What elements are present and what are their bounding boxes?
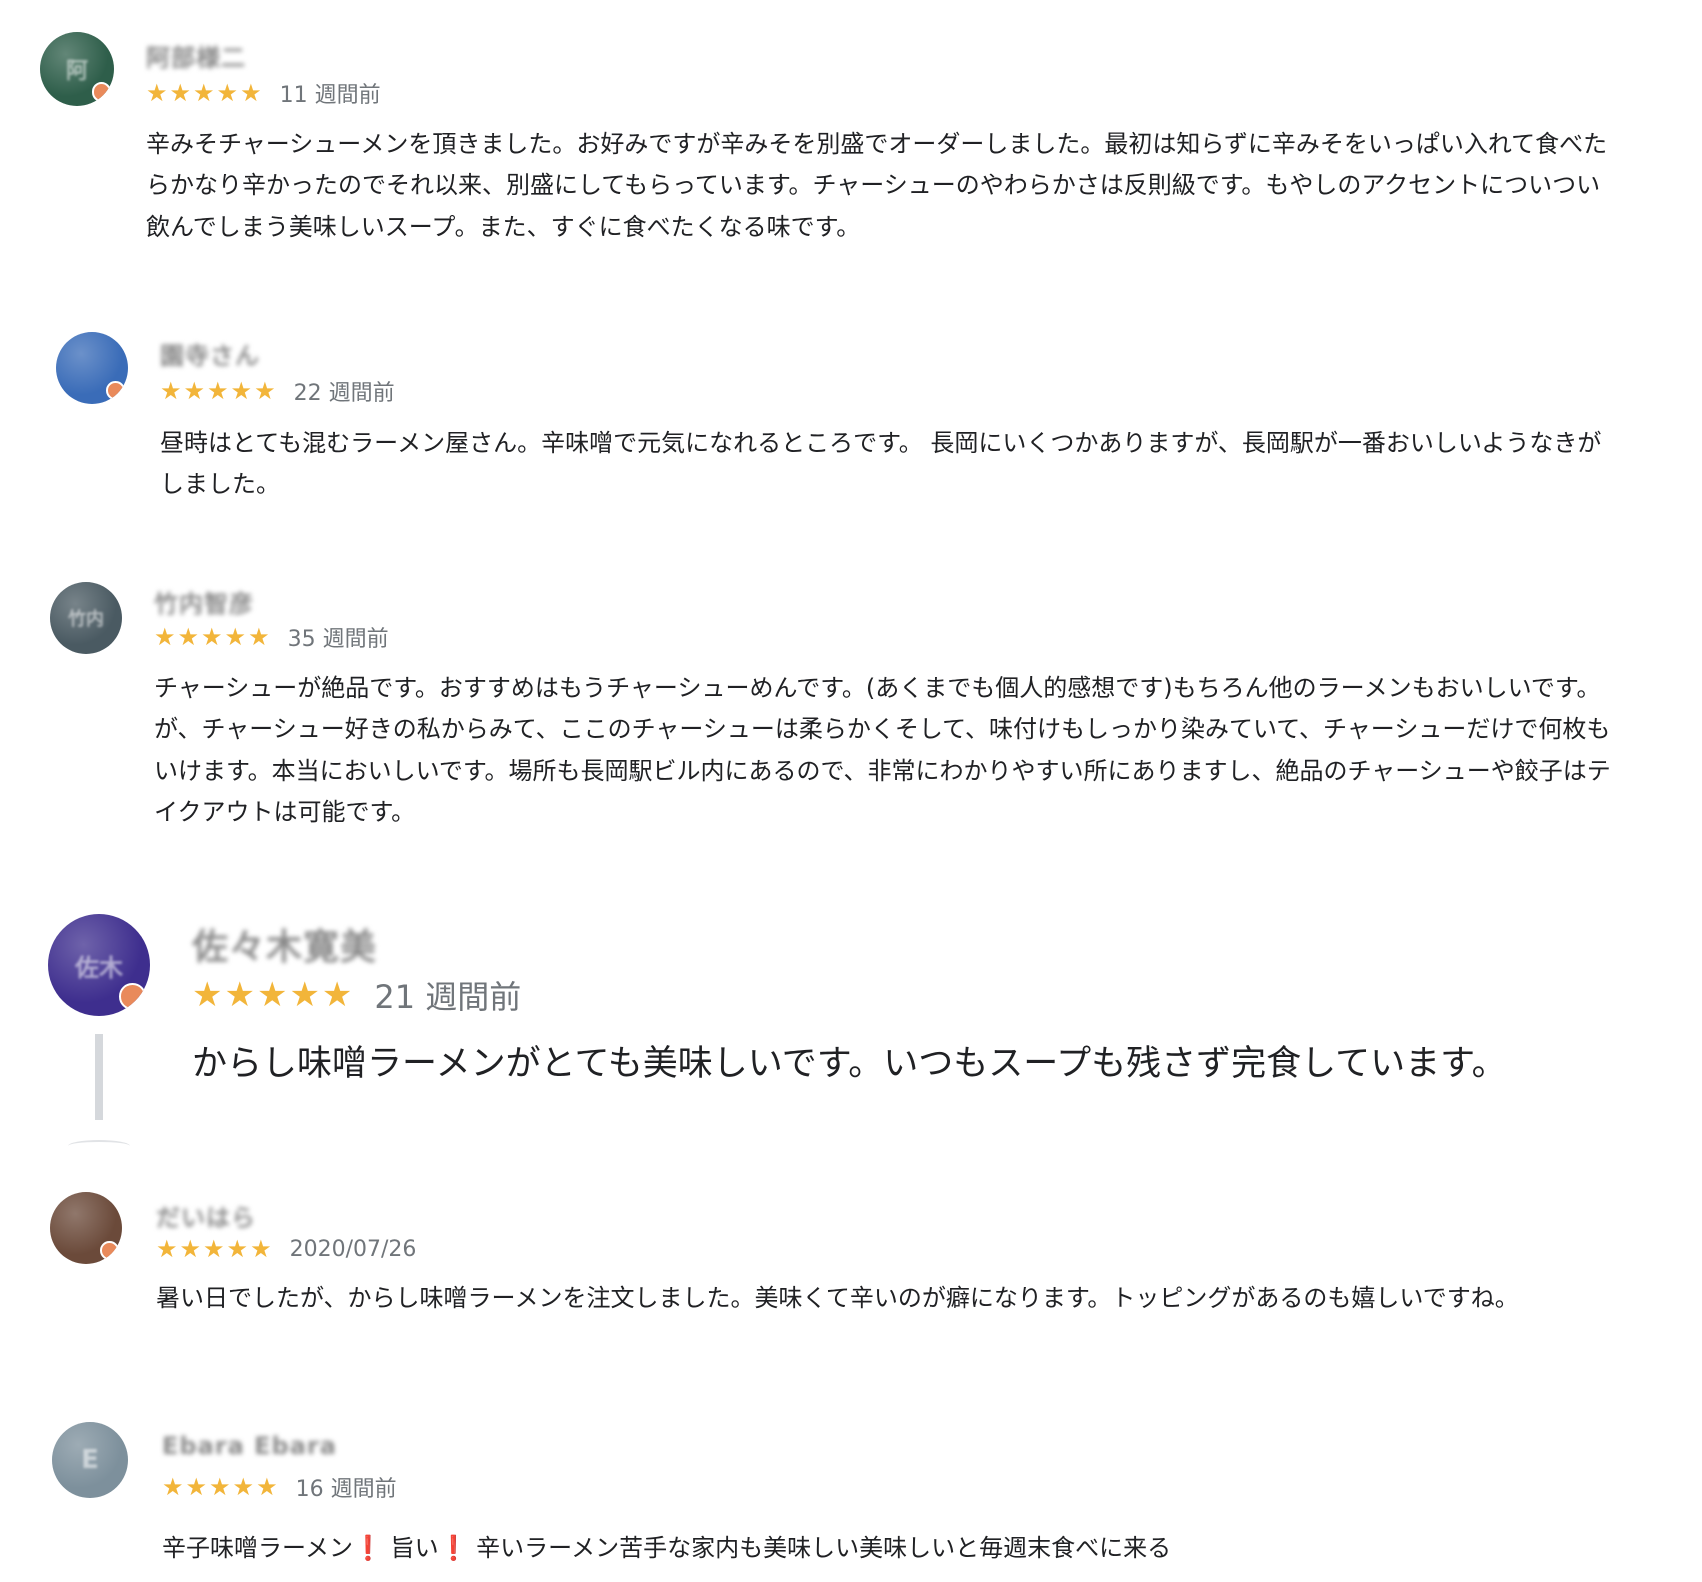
avatar[interactable]: 阿 (40, 32, 114, 106)
reviewer-name[interactable]: だいはら (156, 1198, 256, 1233)
review-text: 昼時はとても混むラーメン屋さん。辛味噌で元気になれるところです。 長岡にいくつか… (160, 429, 1602, 499)
review-meta: ★★★★★ 22 週間前 (160, 374, 395, 408)
local-guide-badge-icon (91, 82, 112, 102)
local-guide-badge-icon (100, 1240, 120, 1260)
review-text: 辛子味噌ラーメン❗ 旨い❗ 辛いラーメン苦手な家内も美味しい美味しいと毎週末食べ… (162, 1528, 1612, 1569)
thread-divider-curve (68, 1140, 130, 1152)
review-text-segment: 辛いラーメン苦手な家内も美味しい美味しいと毎週末食べに来る (468, 1534, 1172, 1562)
local-guide-badge-icon (106, 380, 126, 400)
reviewer-name[interactable]: 阿部様二 (146, 38, 246, 73)
star-rating: ★★★★★ (192, 975, 355, 1015)
review-text-segment: 旨い (382, 1534, 439, 1562)
review-text: 辛みそチャーシューメンを頂きました。お好みですが辛みそを別盛でオーダーしました。… (146, 130, 1608, 241)
review-date: 35 週間前 (287, 627, 389, 652)
exclamation-icon: ❗ (438, 1534, 469, 1562)
avatar-initial: 竹内 (68, 609, 104, 630)
review-date: 2020/07/26 (289, 1236, 417, 1262)
thread-divider-line (95, 1034, 103, 1120)
avatar[interactable] (50, 1192, 122, 1264)
review-date: 21 週間前 (374, 978, 522, 1016)
review-text: 暑い日でしたが、からし味噌ラーメンを注文しました。美味くて辛いのが癖になります。… (156, 1284, 1519, 1312)
avatar-initial: E (81, 1445, 99, 1475)
exclamation-icon: ❗ (353, 1534, 383, 1562)
star-rating: ★★★★★ (154, 623, 272, 651)
review-text: チャーシューが絶品です。おすすめはもうチャーシューめんです。(あくまでも個人的感… (154, 674, 1611, 826)
reviewer-name[interactable]: 佐々木寛美 (192, 918, 377, 970)
avatar[interactable]: 竹内 (50, 582, 122, 654)
avatar[interactable]: 佐木 (48, 914, 150, 1016)
star-rating: ★★★★★ (146, 79, 264, 107)
reviewer-name[interactable]: 園寺さん (160, 336, 260, 371)
review-meta: ★★★★★ 2020/07/26 (156, 1232, 416, 1266)
review-date: 16 週間前 (295, 1477, 397, 1502)
reviewer-name[interactable]: 竹内智彦 (154, 584, 254, 619)
star-rating: ★★★★★ (160, 377, 278, 405)
review-text: からし味噌ラーメンがとても美味しいです。いつもスープも残さず完食しています。 (192, 1044, 1507, 1084)
review-meta: ★★★★★ 16 週間前 (162, 1470, 397, 1504)
reviewer-name[interactable]: Ebara Ebara (162, 1432, 337, 1460)
review-date: 22 週間前 (293, 381, 395, 406)
star-rating: ★★★★★ (156, 1235, 274, 1263)
review-meta: ★★★★★ 35 週間前 (154, 620, 389, 654)
star-rating: ★★★★★ (162, 1473, 280, 1501)
review-meta: ★★★★★ 21 週間前 (192, 972, 521, 1018)
review-date: 11 週間前 (279, 83, 381, 108)
avatar[interactable]: E (52, 1422, 128, 1498)
avatar[interactable] (56, 332, 128, 404)
review-text-segment: 辛子味噌ラーメン (162, 1534, 354, 1562)
review-meta: ★★★★★ 11 週間前 (146, 76, 381, 110)
local-guide-badge-icon (119, 983, 146, 1010)
